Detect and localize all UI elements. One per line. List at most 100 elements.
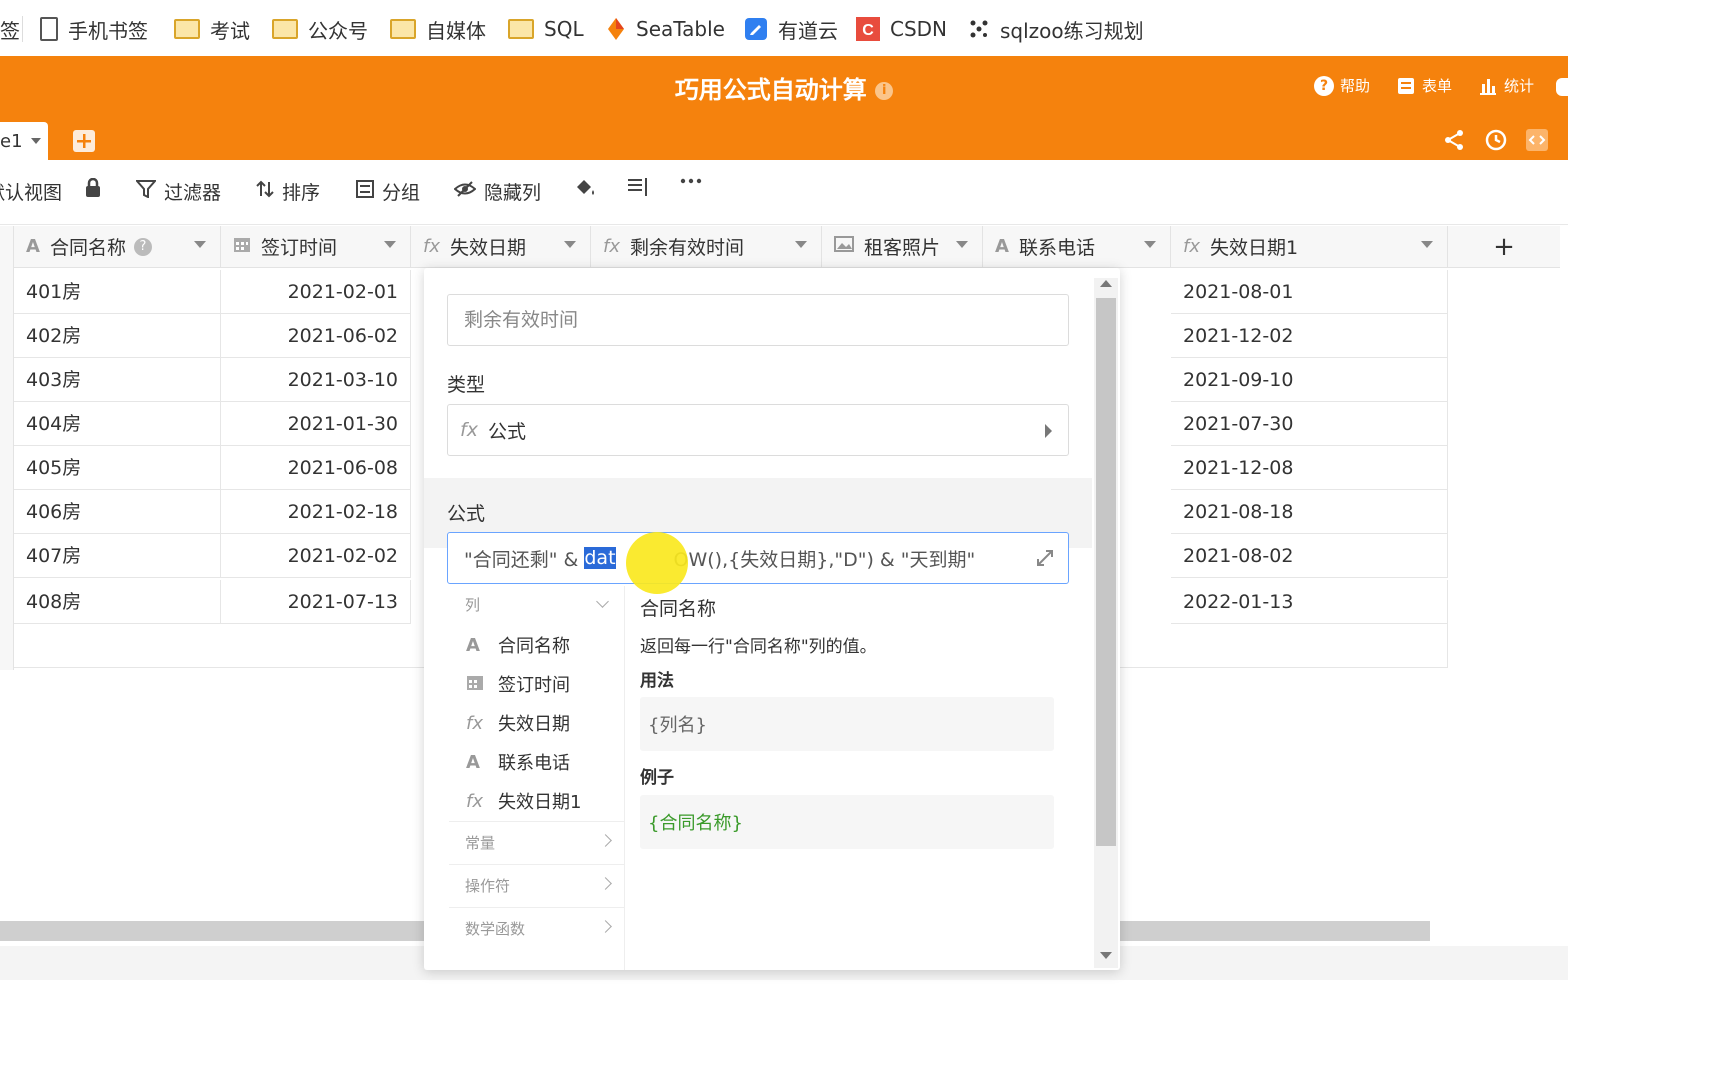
bookmark-item[interactable]: C CSDN [856,14,947,44]
column-label: 失效日期1 [1210,237,1299,259]
help-button[interactable]: ? 帮助 [1314,75,1370,96]
share-icon[interactable] [1442,128,1466,156]
table-cell[interactable]: 2021-08-18 [1171,490,1448,534]
chart-icon [1478,76,1498,96]
history-icon[interactable] [1484,128,1508,156]
table-cell[interactable]: 2022-01-13 [1171,580,1448,624]
formula-icon: fx [603,236,620,257]
detail-description: 返回每一行"合同名称"列的值。 [640,637,877,657]
filter-icon [134,180,158,203]
row-number-gutter [0,226,14,670]
table-cell[interactable]: 2021-08-01 [1171,270,1448,314]
stats-button[interactable]: 统计 [1478,75,1534,96]
formula-input[interactable]: "合同还剩" & dat OW(),{失效日期},"D") & "天到期" [447,532,1069,584]
menu-item-label: 签订时间 [498,675,570,696]
hide-columns-label: 隐藏列 [484,182,542,204]
add-table-button[interactable] [73,130,95,152]
more-icon[interactable] [680,178,702,184]
folder-icon [272,19,298,39]
group-button[interactable]: 分组 [356,178,420,205]
formula-icon: fx [466,712,483,734]
lock-icon[interactable] [84,178,102,198]
folder-icon [390,19,416,39]
table-cell[interactable]: 402房 [14,314,221,358]
table-cell[interactable]: 2021-12-08 [1171,446,1448,490]
column-header[interactable]: 租客照片 [822,226,983,268]
table-cell[interactable]: 403房 [14,358,221,402]
menu-item-column[interactable]: 签订时间 [466,671,570,697]
calendar-icon [466,673,484,696]
bookmark-item[interactable]: 自媒体 [390,14,486,44]
add-column-button[interactable]: + [1448,226,1560,268]
menu-section-operators[interactable]: 操作符 [449,864,624,906]
bookmark-item[interactable]: 公众号 [272,14,368,44]
table-cell[interactable]: 404房 [14,402,221,446]
scroll-down-icon[interactable] [1100,952,1112,959]
sort-button[interactable]: 排序 [256,178,320,205]
table-tab[interactable]: e1 [0,122,48,160]
bookmark-item[interactable]: SeaTable [606,14,725,44]
table-cell[interactable]: 407房 [14,534,221,578]
bookmark-item[interactable]: 签 [0,14,20,44]
menu-header-label: 列 [465,596,481,614]
bookmark-item[interactable]: 有道云 [744,14,838,44]
table-cell[interactable]: 2021-12-02 [1171,314,1448,358]
column-label: 租客照片 [864,237,941,259]
expand-icon[interactable] [1036,549,1054,572]
column-header[interactable]: 签订时间 [221,226,411,268]
column-name-input[interactable]: 剩余有效时间 [447,294,1069,346]
menu-item-column[interactable]: A 合同名称 [466,632,570,658]
table-cell[interactable]: 2021-02-01 [221,270,411,314]
paint-bucket-icon[interactable] [574,178,596,198]
table-cell[interactable]: 408房 [14,580,221,624]
bookmark-item[interactable]: 手机书签 [40,14,148,44]
form-button[interactable]: 表单 [1396,75,1452,96]
menu-item-column[interactable]: A 联系电话 [466,749,570,775]
table-cell[interactable]: 2021-09-10 [1171,358,1448,402]
table-cell[interactable]: 2021-07-13 [221,580,411,624]
embed-code-icon[interactable] [1526,129,1548,151]
table-cell[interactable]: 2021-02-02 [221,534,411,578]
chevron-down-icon [384,241,396,248]
image-icon [834,236,854,257]
filter-button[interactable]: 过滤器 [134,178,221,205]
view-selector[interactable]: 默认视图 [0,178,62,205]
row-height-icon[interactable] [628,178,648,196]
table-cell[interactable]: 405房 [14,446,221,490]
table-cell[interactable]: 2021-01-30 [221,402,411,446]
menu-item-column[interactable]: fx 失效日期1 [466,788,581,814]
column-header[interactable]: A 联系电话 [983,226,1171,268]
table-cell[interactable]: 2021-08-02 [1171,534,1448,578]
popup-scrollbar-thumb[interactable] [1096,298,1116,846]
usage-code: {列名} [640,697,1054,751]
chevron-down-icon [564,241,576,248]
section-label: 操作符 [465,877,511,895]
table-cell[interactable]: 2021-03-10 [221,358,411,402]
column-header[interactable]: fx 剩余有效时间 [591,226,822,268]
table-cell[interactable]: 2021-07-30 [1171,402,1448,446]
bookmark-item[interactable]: sqlzoo练习规划 [968,14,1144,44]
info-icon[interactable]: i [875,82,894,100]
type-select[interactable]: fx 公式 [447,404,1069,456]
notification-icon[interactable] [1556,78,1568,96]
form-label: 表单 [1422,77,1453,95]
menu-header[interactable]: 列 [465,594,480,615]
bookmark-item[interactable]: SQL [508,14,584,44]
bookmark-label: sqlzoo练习规划 [1000,18,1144,43]
table-cell[interactable]: 401房 [14,270,221,314]
column-header[interactable]: A 合同名称? [14,226,221,268]
table-cell[interactable]: 406房 [14,490,221,534]
table-cell[interactable]: 2021-06-08 [221,446,411,490]
bookmark-label: 考试 [210,18,250,43]
table-cell[interactable]: 2021-02-18 [221,490,411,534]
menu-section-constants[interactable]: 常量 [449,821,624,863]
formula-selection: dat [584,547,616,569]
scroll-up-icon[interactable] [1100,280,1112,287]
hide-columns-button[interactable]: 隐藏列 [453,178,542,205]
bookmark-item[interactable]: 考试 [174,14,250,44]
table-cell[interactable]: 2021-06-02 [221,314,411,358]
column-header[interactable]: fx 失效日期 [411,226,591,268]
column-header[interactable]: fx 失效日期1 [1171,226,1448,268]
menu-item-column[interactable]: fx 失效日期 [466,710,570,736]
menu-section-math[interactable]: 数学函数 [449,907,624,949]
